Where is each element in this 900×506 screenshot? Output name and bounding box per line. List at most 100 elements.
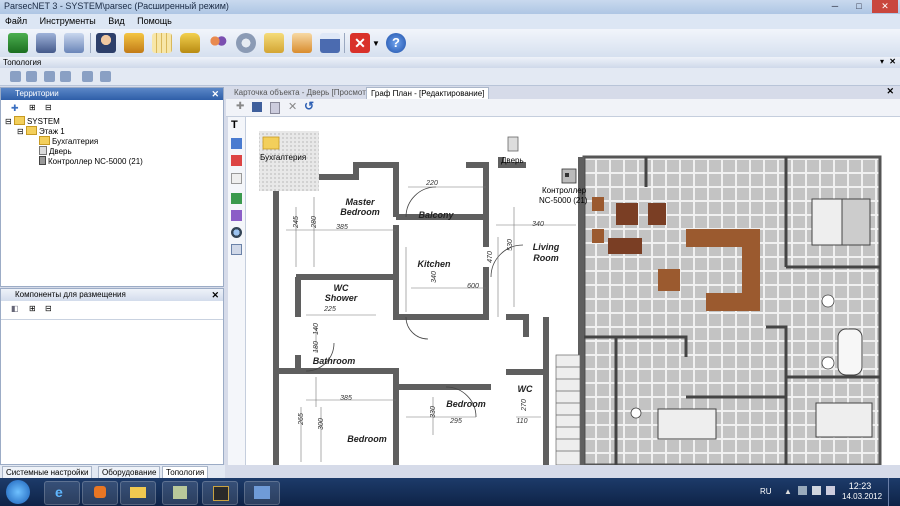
user-icon[interactable] [96,33,116,53]
placed-controller-label[interactable]: Контроллер [542,186,587,195]
tool-icon[interactable] [60,71,71,82]
side-table [592,197,604,211]
tab-object-card[interactable]: Карточка объекта - Дверь [Просмотр] [230,87,377,98]
menu-help[interactable]: Помощь [132,14,177,29]
placed-folder-label[interactable]: Бухгалтерия [260,153,306,162]
close-window-button[interactable]: ✕ [872,0,898,13]
text-tool-icon[interactable]: T [231,120,242,131]
link-tool-icon[interactable] [231,210,242,221]
id-card-icon[interactable] [264,33,284,53]
tool-icon[interactable] [26,71,37,82]
clock-date[interactable]: 14.03.2012 [842,492,882,501]
room-label: Living [533,242,560,252]
toilet [821,356,835,370]
title-bar: ParsecNET 3 - SYSTEM\parsec (Расширенный… [0,0,900,14]
zoom-icon[interactable] [231,227,242,238]
tray-expand-icon[interactable]: ▲ [784,487,792,496]
toolbar-separator [90,33,91,53]
tree-item-controller[interactable]: Контроллер NC-5000 (21) [39,156,143,167]
building-icon[interactable] [36,33,56,53]
home-icon[interactable] [124,33,144,53]
schedule-icon[interactable] [292,33,312,53]
topology-toolbar [0,68,900,86]
armchair [616,203,638,225]
app-icon[interactable] [162,481,198,505]
tool-icon[interactable] [82,71,93,82]
ie-icon[interactable]: e [44,481,80,505]
components-title: Компоненты для размещения [15,290,126,299]
menu-view[interactable]: Вид [103,14,129,29]
tab-graph-plan[interactable]: Граф План - [Редактирование] [366,87,490,99]
camera-app-icon[interactable] [202,481,238,505]
expand-icon[interactable]: ⊞ [29,103,36,112]
dimension-label: 340 [431,271,438,283]
fit-icon[interactable] [231,244,242,255]
menu-file[interactable]: Файл [0,14,32,29]
close-components-icon[interactable]: ✕ [211,289,219,301]
menu-tools[interactable]: Инструменты [35,14,101,29]
show-desktop-button[interactable] [888,478,899,506]
close-document-icon[interactable]: ✕ [886,86,894,97]
expand-icon[interactable]: ⊞ [29,304,36,313]
stairs [555,354,581,465]
placed-folder-icon[interactable] [262,136,280,150]
tool-icon[interactable] [10,71,21,82]
component-tool-icon[interactable]: ◧ [11,304,19,313]
flag-icon[interactable] [812,486,821,495]
network-card-icon[interactable] [8,33,28,53]
exit-icon[interactable]: ✕ [350,33,370,53]
add-icon[interactable]: ✚ [236,101,244,112]
dimension-label: 385 [336,224,348,231]
collapse-icon[interactable]: ⊟ [45,304,52,313]
divider [1,319,223,320]
page-tool-icon[interactable] [231,173,242,184]
drawing-toolbar: T [228,117,246,465]
delete-icon[interactable]: ✕ [288,100,297,113]
dimension-label: 600 [467,283,479,290]
menu-bar: Файл Инструменты Вид Помощь [0,14,900,29]
network-app-icon[interactable] [244,481,280,505]
close-territories-icon[interactable]: ✕ [211,88,219,100]
shape-tool-icon[interactable] [231,155,242,166]
components-header: Компоненты для размещения ✕ [1,289,223,301]
graph-toolbar: ✚ ✕ ↺ [226,99,900,117]
explorer-icon[interactable] [120,481,156,505]
image-tool-icon[interactable] [231,138,242,149]
gear-icon[interactable] [236,33,256,53]
tool-icon[interactable] [44,71,55,82]
language-indicator[interactable]: RU [760,487,772,496]
exit-dropdown-icon[interactable]: ▼ [372,39,380,48]
room-label: WC [518,384,533,394]
media-player-icon[interactable] [82,481,118,505]
door-icon [39,146,47,155]
placed-controller-label[interactable]: NC-5000 (21) [539,196,588,205]
folder-icon [25,126,37,135]
maximize-button[interactable]: □ [848,0,870,13]
add-icon[interactable]: ✚ [11,103,19,114]
placed-door-icon[interactable] [507,136,519,152]
users-icon[interactable] [208,33,228,53]
document-icon[interactable] [270,102,280,114]
minimize-button[interactable]: ─ [824,0,846,13]
plan-canvas[interactable]: Master Bedroom Balcony Kitchen Living Ro… [246,117,900,465]
tool-icon[interactable] [100,71,111,82]
clock-time[interactable]: 12:23 [843,481,877,491]
folder-icon [13,116,25,125]
tray-icon[interactable] [798,486,807,495]
topology-title: Топология [3,58,42,67]
start-button[interactable] [6,480,30,504]
layer-tool-icon[interactable] [231,193,242,204]
save-icon[interactable] [252,102,262,112]
side-table [592,229,604,243]
pin-icon[interactable]: ▾ [880,57,884,66]
help-icon[interactable]: ? [386,33,406,53]
list-icon[interactable] [64,33,84,53]
lock-icon[interactable] [180,33,200,53]
calendar-grid-icon[interactable] [152,33,172,53]
placed-door-label[interactable]: Дверь [501,156,524,165]
close-topology-icon[interactable]: ✕ [889,57,896,66]
undo-icon[interactable]: ↺ [304,99,314,113]
calendar-icon[interactable] [320,33,340,53]
collapse-icon[interactable]: ⊟ [45,103,52,112]
network-icon[interactable] [826,486,835,495]
